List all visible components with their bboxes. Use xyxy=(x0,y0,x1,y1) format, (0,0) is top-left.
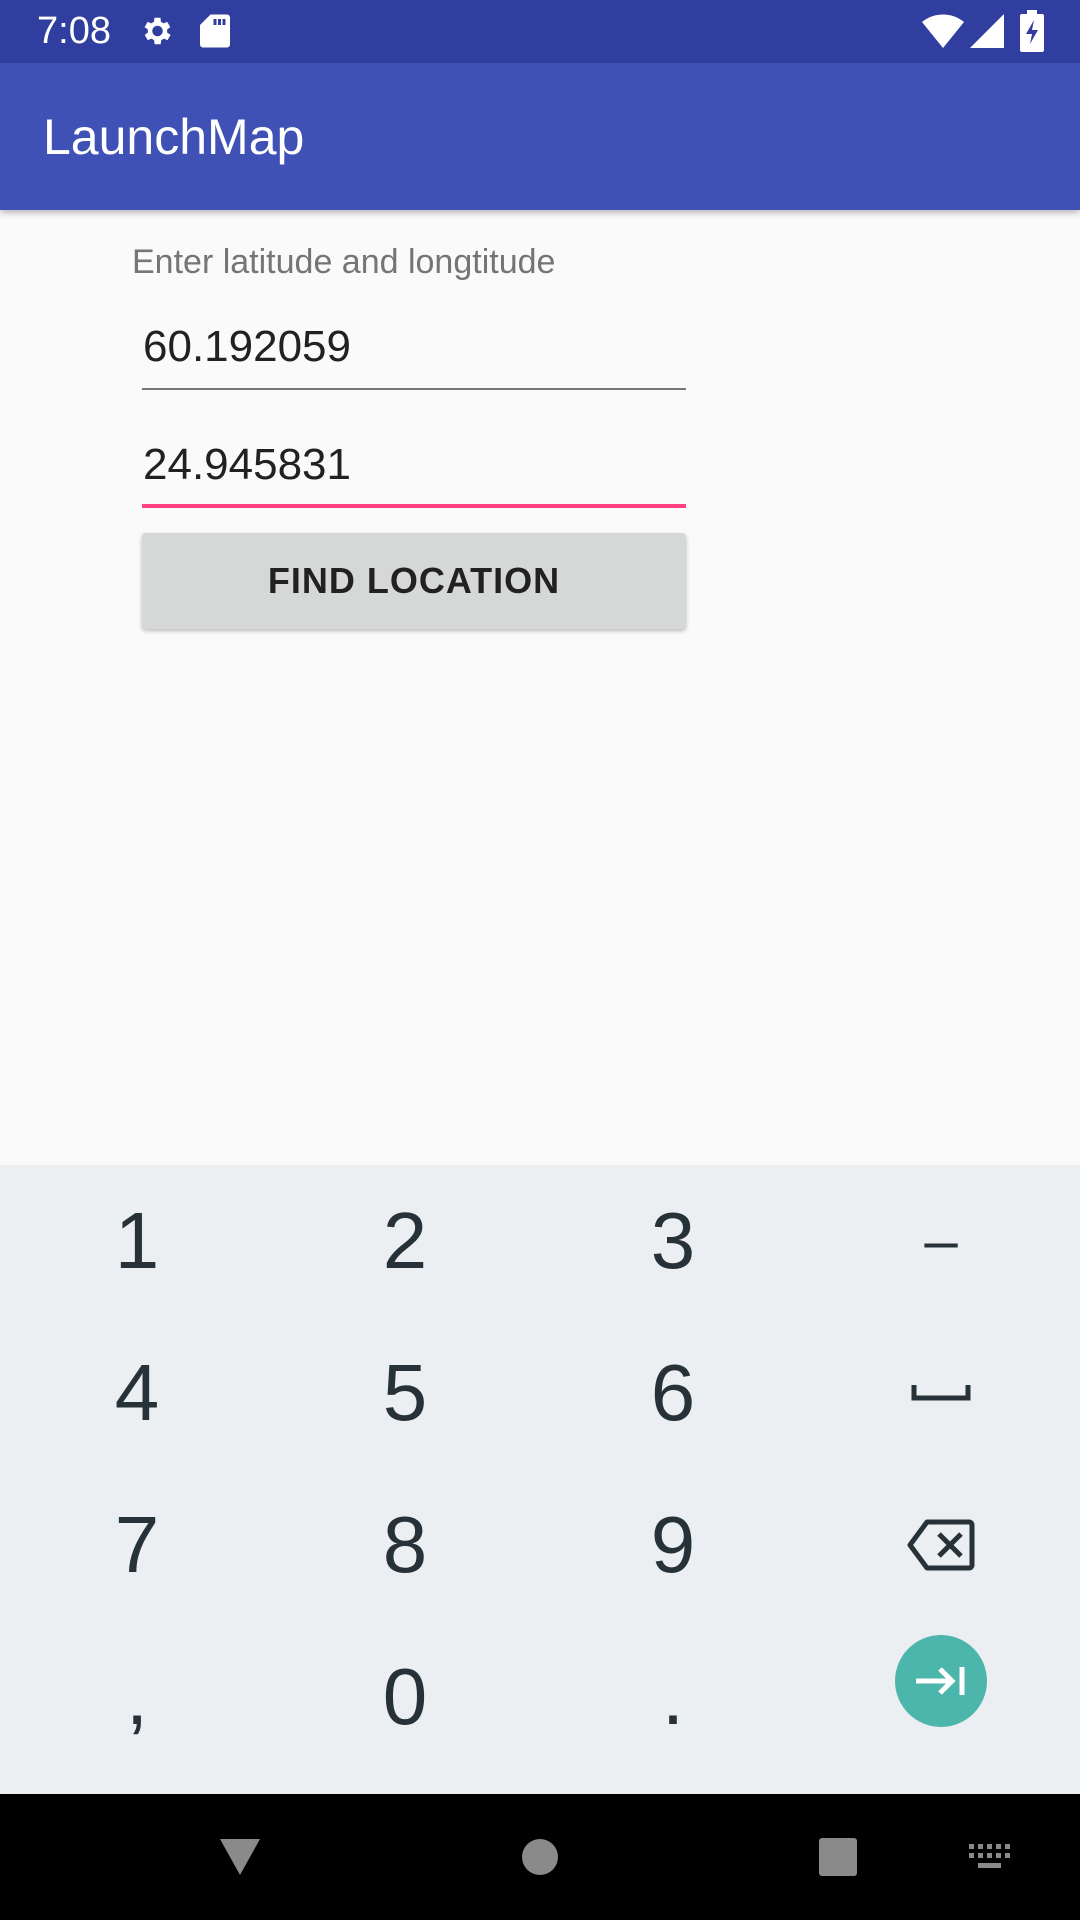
latitude-input[interactable] xyxy=(142,310,686,390)
key-0[interactable]: 0 xyxy=(270,1621,540,1773)
home-button[interactable] xyxy=(500,1794,580,1920)
key-space[interactable] xyxy=(806,1317,1076,1469)
key-backspace[interactable] xyxy=(806,1469,1076,1621)
gear-icon xyxy=(138,13,174,49)
sd-card-icon xyxy=(200,13,230,49)
cell-signal-icon xyxy=(970,14,1004,48)
space-icon xyxy=(911,1385,971,1401)
key-7[interactable]: 7 xyxy=(2,1469,272,1621)
latitude-field[interactable] xyxy=(142,310,686,390)
next-field-button[interactable] xyxy=(895,1635,987,1727)
back-button[interactable] xyxy=(200,1794,280,1920)
battery-charging-icon xyxy=(1020,10,1044,52)
key-2[interactable]: 2 xyxy=(270,1165,540,1317)
keyboard-switch-button[interactable] xyxy=(950,1794,1030,1920)
status-time: 7:08 xyxy=(37,10,111,52)
key-1[interactable]: 1 xyxy=(2,1165,272,1317)
key-8[interactable]: 8 xyxy=(270,1469,540,1621)
navigation-bar xyxy=(0,1794,1080,1920)
recents-button[interactable] xyxy=(798,1794,878,1920)
key-minus[interactable]: – xyxy=(806,1165,1076,1317)
keyboard-switch-icon xyxy=(969,1844,1010,1868)
key-comma[interactable]: , xyxy=(2,1621,272,1773)
main-content: Enter latitude and longtitude FIND LOCAT… xyxy=(0,210,1080,1165)
app-title: LaunchMap xyxy=(43,109,305,165)
key-period[interactable]: . xyxy=(538,1621,808,1773)
key-9[interactable]: 9 xyxy=(538,1469,808,1621)
key-4[interactable]: 4 xyxy=(2,1317,272,1469)
longitude-underline xyxy=(142,504,686,508)
backspace-icon xyxy=(907,1519,975,1571)
longitude-field[interactable] xyxy=(142,428,686,508)
app-bar: LaunchMap xyxy=(0,63,1080,210)
home-icon xyxy=(522,1839,558,1875)
latitude-underline xyxy=(142,388,686,390)
instruction-label: Enter latitude and longtitude xyxy=(132,243,556,281)
longitude-input[interactable] xyxy=(142,428,686,508)
key-6[interactable]: 6 xyxy=(538,1317,808,1469)
key-3[interactable]: 3 xyxy=(538,1165,808,1317)
back-icon xyxy=(220,1839,260,1875)
find-location-button[interactable]: FIND LOCATION xyxy=(142,533,686,629)
key-5[interactable]: 5 xyxy=(270,1317,540,1469)
wifi-icon xyxy=(922,14,964,48)
status-bar: 7:08 xyxy=(0,0,1080,63)
recents-icon xyxy=(819,1838,857,1876)
numeric-keyboard: 1 2 3 – 4 5 6 7 8 9 , 0 . xyxy=(0,1165,1080,1794)
next-field-icon xyxy=(916,1667,965,1695)
key-next[interactable] xyxy=(806,1605,1076,1757)
